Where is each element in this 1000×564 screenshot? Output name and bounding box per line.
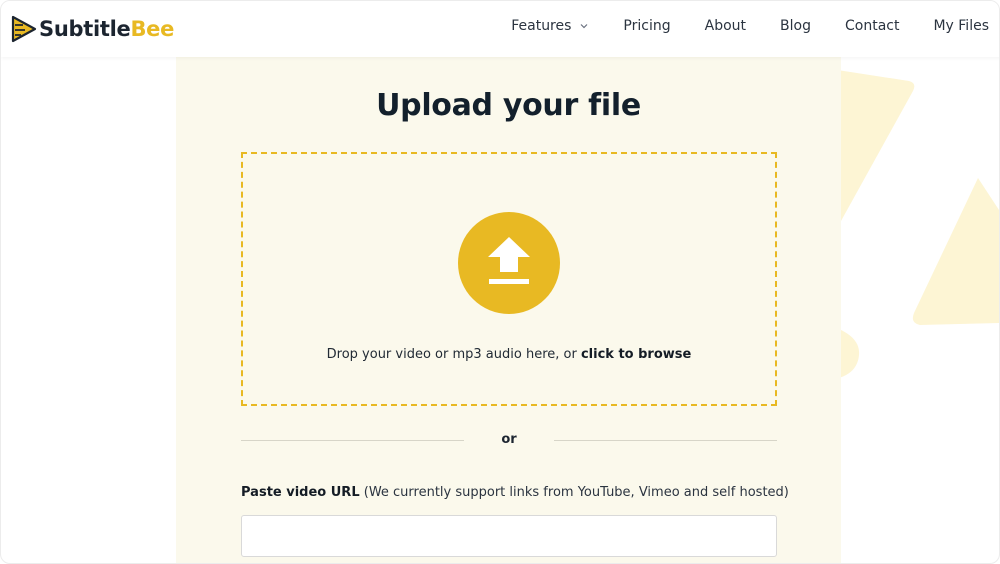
drop-instruction-text: Drop your video or mp3 audio here, or — [326, 347, 581, 362]
logo-text-bee: Bee — [130, 17, 175, 41]
nav-item-label: My Files — [933, 18, 989, 34]
upload-button[interactable] — [458, 212, 560, 314]
nav-item-about[interactable]: About — [705, 18, 746, 34]
bee-logo-icon — [11, 15, 37, 43]
dropzone-instructions: Drop your video or mp3 audio here, or cl… — [243, 347, 775, 362]
chevron-down-icon — [580, 24, 588, 29]
url-label-bold: Paste video URL — [241, 485, 360, 500]
logo-text-subtitle: Subtitle — [39, 17, 131, 41]
upload-panel: Upload your file Drop your video or mp3 … — [176, 57, 841, 563]
video-url-input[interactable] — [241, 515, 777, 557]
url-field-label: Paste video URL (We currently support li… — [241, 485, 789, 500]
browse-link[interactable]: click to browse — [581, 347, 691, 362]
page-title: Upload your file — [376, 88, 641, 123]
nav-item-label: Contact — [844, 18, 900, 34]
divider-right — [554, 440, 777, 441]
background-triangle-right — [912, 178, 999, 325]
url-label-note: (We currently support links from YouTube… — [359, 485, 789, 500]
logo-text: SubtitleBee — [39, 17, 174, 41]
page-frame: SubtitleBee Features Pricing About Blog … — [0, 0, 1000, 564]
nav-item-label: Pricing — [623, 18, 671, 34]
nav-item-pricing[interactable]: Pricing — [623, 18, 670, 34]
nav-item-label: Features — [511, 18, 572, 34]
nav-item-label: Blog — [780, 18, 811, 34]
nav-item-contact[interactable]: Contact — [845, 18, 899, 34]
nav-item-blog[interactable]: Blog — [780, 18, 811, 34]
nav-item-my-files[interactable]: My Files — [933, 18, 989, 34]
nav-item-label: About — [704, 18, 747, 34]
main-nav: Features Pricing About Blog Contact My F… — [511, 18, 989, 34]
upload-arrow-icon — [488, 237, 530, 284]
divider-left — [241, 440, 464, 441]
nav-item-features[interactable]: Features — [511, 18, 589, 34]
logo[interactable]: SubtitleBee — [11, 14, 174, 44]
site-header: SubtitleBee Features Pricing About Blog … — [1, 1, 999, 57]
file-dropzone[interactable]: Drop your video or mp3 audio here, or cl… — [241, 152, 777, 406]
or-separator: or — [501, 432, 517, 447]
